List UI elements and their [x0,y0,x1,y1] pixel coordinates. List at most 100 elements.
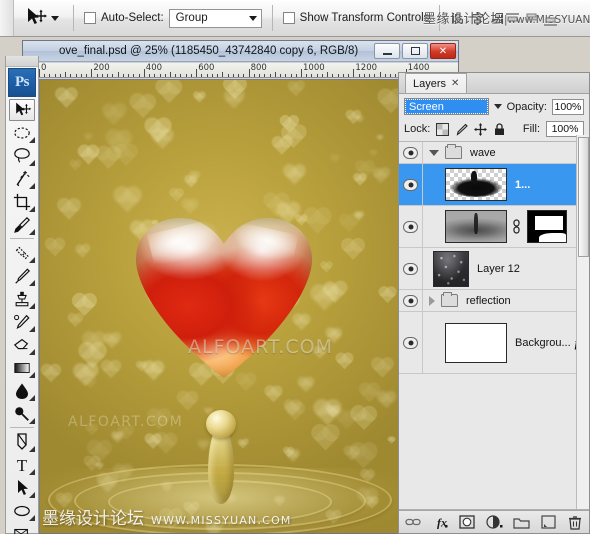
distribute-vertical-centers-icon[interactable] [524,12,539,27]
eye-icon[interactable] [403,146,418,159]
tool-blur[interactable] [8,379,36,402]
link-icon[interactable] [512,219,521,234]
close-button[interactable]: ✕ [430,43,456,59]
lock-image-pixels-icon[interactable] [455,123,469,136]
layer-row-background[interactable]: Backgrou... fx [399,312,589,374]
tool-move[interactable] [9,99,35,121]
new-fill-adjustment-layer-button[interactable] [483,512,505,532]
auto-select-chevron-icon[interactable] [248,15,257,21]
layer-row-masked[interactable] [399,206,589,248]
tool-type[interactable]: T [8,453,36,476]
visibility-toggle-wave[interactable] [399,142,423,163]
visibility-toggle-1[interactable] [399,164,423,205]
flyout-triangle-icon[interactable] [29,515,35,521]
lock-all-icon[interactable] [493,122,506,136]
tool-elliptical-marquee[interactable] [8,121,36,144]
move-tool-icon[interactable] [24,6,48,30]
visibility-toggle-background[interactable] [399,312,423,373]
layer-row-selected[interactable]: 1... [399,164,589,206]
chevron-down-icon[interactable] [429,149,439,156]
flyout-triangle-icon[interactable] [29,492,35,498]
layer-mask-thumbnail[interactable] [527,210,567,243]
eye-icon[interactable] [403,262,418,275]
flyout-triangle-icon[interactable] [29,257,35,263]
tool-gradient[interactable] [8,356,36,379]
layer-thumbnail-black-splash[interactable] [445,168,507,201]
auto-select-dropdown[interactable]: Group [168,8,262,28]
distribute-top-edges-icon[interactable] [505,12,520,27]
tool-crop[interactable] [8,190,36,213]
flyout-triangle-icon[interactable] [29,229,35,235]
tool-preset-picker[interactable] [14,0,67,36]
layers-scrollbar[interactable] [576,135,589,509]
layers-scrollbar-thumb[interactable] [578,137,589,257]
horizontal-ruler[interactable]: 0 200 400 600 800 1000 1200 1400 [23,63,458,78]
tools-panel-header[interactable] [6,56,38,67]
chevron-right-icon[interactable] [429,295,435,306]
maximize-button[interactable] [402,43,428,59]
tool-history-brush[interactable] [8,310,36,333]
tool-notes[interactable] [8,522,36,534]
flyout-triangle-icon[interactable] [29,395,35,401]
layer-row-group-wave[interactable]: wave [399,142,589,164]
canvas-area[interactable]: ALFOART.COM ALFOART.COM 墨缘设计论坛 WWW.MISSY… [39,79,458,533]
tool-ellipse-shape[interactable] [8,499,36,522]
visibility-toggle-masked[interactable] [399,206,423,247]
flyout-triangle-icon[interactable] [29,418,35,424]
eye-icon[interactable] [403,178,418,191]
blend-mode-chevron-icon[interactable] [493,104,502,109]
tool-dodge[interactable] [8,402,36,425]
lock-transparent-pixels-icon[interactable] [436,122,450,136]
layer-thumbnail-speckle[interactable] [433,250,469,287]
tool-magic-wand[interactable] [8,167,36,190]
tool-pen[interactable] [8,430,36,453]
tool-path-selection[interactable] [8,476,36,499]
new-group-button[interactable] [510,512,532,532]
close-icon[interactable]: ✕ [451,78,459,89]
tool-eyedropper[interactable] [8,213,36,236]
document-titlebar[interactable]: ove_final.psd @ 25% (1185450_43742840 co… [23,41,458,62]
flyout-triangle-icon[interactable] [29,206,35,212]
delete-layer-button[interactable] [564,512,586,532]
new-layer-button[interactable] [537,512,559,532]
flyout-triangle-icon[interactable] [29,349,35,355]
layer-thumbnail-background[interactable] [445,322,507,363]
layer-thumbnail-gray-splash[interactable] [445,210,507,243]
add-layer-mask-button[interactable] [456,512,478,532]
eye-icon[interactable] [403,336,418,349]
opacity-field[interactable]: 100% [551,98,584,115]
layer-row-group-reflection[interactable]: reflection [399,290,589,312]
tool-clone-stamp[interactable] [8,287,36,310]
eye-icon[interactable] [403,294,418,307]
blend-mode-dropdown[interactable]: Screen [404,98,489,115]
flyout-triangle-icon[interactable] [29,372,35,378]
layers-list[interactable]: wave 1... Layer 12 reflection Backgrou..… [399,142,589,510]
align-horizontal-centers-icon[interactable] [470,11,485,26]
flyout-triangle-icon[interactable] [29,469,35,475]
link-layers-button[interactable] [402,512,424,532]
visibility-toggle-reflection[interactable] [399,290,423,311]
distribute-bottom-edges-icon[interactable] [543,12,558,27]
tool-healing-brush[interactable] [8,241,36,264]
tool-lasso[interactable] [8,144,36,167]
eye-icon[interactable] [403,220,418,233]
layer-row-layer-12[interactable]: Layer 12 [399,248,589,290]
minimize-button[interactable] [374,43,400,59]
flyout-triangle-icon[interactable] [29,183,35,189]
options-bar-gripper[interactable] [0,0,14,36]
lock-position-icon[interactable] [474,122,488,136]
add-layer-style-button[interactable]: fx [429,512,451,532]
tool-brush[interactable] [8,264,36,287]
tab-layers[interactable]: Layers ✕ [405,73,468,93]
flyout-triangle-icon[interactable] [29,137,35,143]
flyout-triangle-icon[interactable] [29,303,35,309]
flyout-triangle-icon[interactable] [29,280,35,286]
flyout-triangle-icon[interactable] [29,160,35,166]
align-left-edges-icon[interactable] [451,11,466,26]
tool-preset-chevron-icon[interactable] [51,15,59,21]
tool-eraser[interactable] [8,333,36,356]
canvas-image[interactable]: ALFOART.COM ALFOART.COM 墨缘设计论坛 WWW.MISSY… [40,80,398,533]
flyout-triangle-icon[interactable] [29,326,35,332]
show-transform-checkbox[interactable] [282,12,295,24]
auto-select-checkbox[interactable] [84,12,96,24]
